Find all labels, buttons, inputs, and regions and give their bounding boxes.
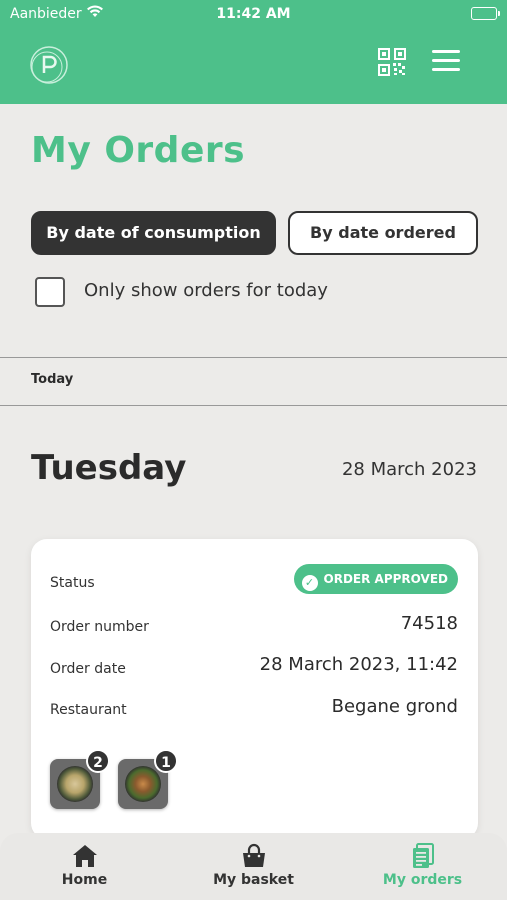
page-title: My Orders (31, 130, 246, 171)
tab-home[interactable]: Home (0, 833, 169, 900)
order-date-label: Order date (50, 661, 126, 677)
item-count-badge: 1 (154, 749, 178, 773)
order-number-value: 74518 (400, 613, 458, 634)
bottom-tab-bar: Home My basket My orders (0, 833, 507, 900)
app-header (0, 28, 507, 104)
order-number-label: Order number (50, 619, 149, 635)
today-only-checkbox[interactable] (35, 277, 65, 307)
tab-orders[interactable]: My orders (338, 833, 507, 900)
status-badge: ✓ ORDER APPROVED (293, 564, 458, 594)
order-date-value: 28 March 2023, 11:42 (259, 654, 458, 675)
item-count-badge: 2 (86, 749, 110, 773)
order-card[interactable]: Status ✓ ORDER APPROVED Order number 7451… (31, 539, 478, 839)
day-date: 28 March 2023 (341, 459, 477, 480)
section-label: Today (31, 372, 74, 387)
restaurant-label: Restaurant (50, 702, 127, 718)
status-bar: Aanbieder 11:42 AM (0, 0, 507, 28)
clock: 11:42 AM (216, 6, 291, 22)
food-image (57, 766, 93, 802)
day-name: Tuesday (31, 448, 187, 488)
food-image (125, 766, 161, 802)
divider (0, 357, 507, 358)
sort-by-consumption-button[interactable]: By date of consumption (31, 211, 276, 255)
tab-basket-label: My basket (213, 872, 294, 888)
p-logo-icon[interactable] (28, 44, 70, 86)
today-only-label[interactable]: Only show orders for today (84, 280, 328, 301)
restaurant-value: Begane grond (331, 696, 458, 717)
order-item-thumbnail[interactable]: 1 (118, 749, 178, 809)
hamburger-menu-icon[interactable] (432, 50, 460, 74)
tab-orders-label: My orders (382, 872, 463, 888)
orders-icon (409, 842, 437, 870)
basket-icon (240, 842, 268, 870)
divider (0, 405, 507, 406)
order-item-thumbnail[interactable]: 2 (50, 749, 110, 809)
status-badge-text: ORDER APPROVED (323, 572, 448, 586)
battery-icon (471, 7, 500, 20)
status-label: Status (50, 575, 95, 591)
qr-code-icon[interactable] (378, 48, 406, 76)
sort-by-ordered-button[interactable]: By date ordered (288, 211, 478, 255)
tab-home-label: Home (61, 872, 108, 888)
check-circle-icon: ✓ (301, 575, 318, 591)
home-icon (71, 842, 99, 870)
tab-basket[interactable]: My basket (169, 833, 338, 900)
